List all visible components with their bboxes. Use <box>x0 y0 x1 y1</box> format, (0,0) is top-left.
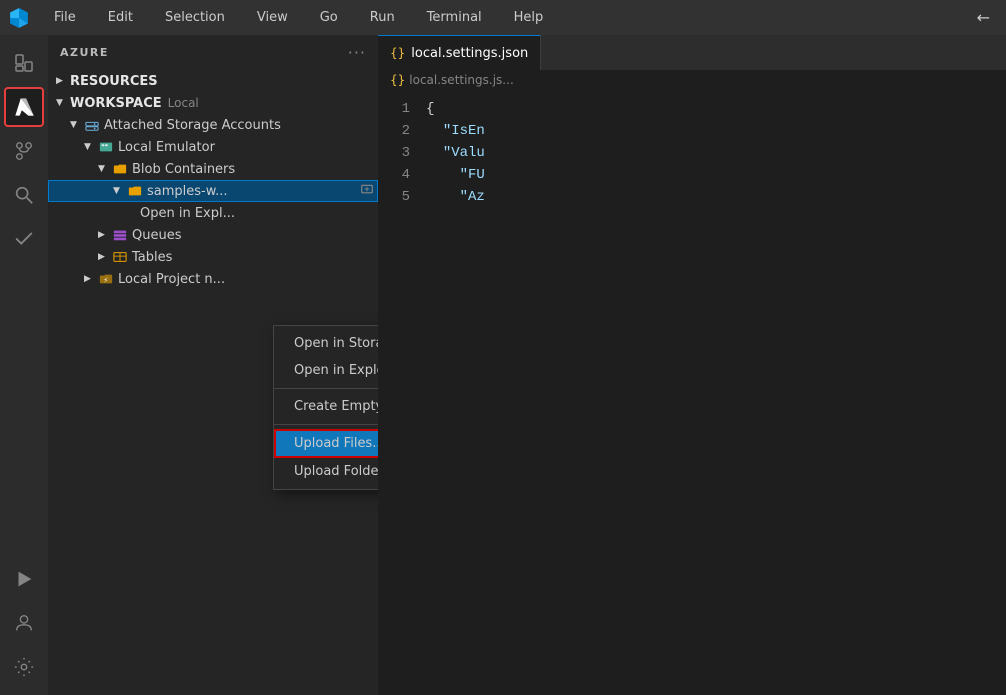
extensions-icon[interactable] <box>4 219 44 259</box>
collapse-arrow-icon: ▶ <box>98 230 112 240</box>
context-menu-create-empty-blob[interactable]: Create Empty Blob... <box>274 393 378 420</box>
queues-label: Queues <box>132 228 181 243</box>
tab-bar: {} local.settings.json <box>378 35 1006 70</box>
tab-local-settings[interactable]: {} local.settings.json <box>378 35 541 70</box>
line-num-5: 5 <box>378 186 410 208</box>
folder-icon <box>112 161 128 177</box>
code-line-4: "FU <box>426 164 1006 186</box>
code-editor[interactable]: 1 2 3 4 5 { "IsEn "Valu "FU "Az <box>378 90 1006 695</box>
attached-storage-label: Attached Storage Accounts <box>104 118 281 133</box>
context-menu-open-storage-explorer[interactable]: Open in Storage Explorer <box>274 330 378 357</box>
tab-label: local.settings.json <box>411 46 528 61</box>
local-project-label: Local Project n... <box>118 272 225 287</box>
json-breadcrumb-icon: {} <box>390 73 405 87</box>
menu-help[interactable]: Help <box>506 6 552 29</box>
sidebar-item-workspace[interactable]: ▼ WORKSPACE Local <box>48 92 378 114</box>
back-button[interactable]: ← <box>969 4 998 31</box>
tables-icon <box>112 249 128 265</box>
context-menu-upload-files[interactable]: Upload Files... <box>274 429 378 458</box>
expand-arrow-icon: ▼ <box>98 164 112 174</box>
workspace-label: WORKSPACE <box>70 96 162 111</box>
sidebar-title: AZURE <box>60 46 109 59</box>
menu-selection[interactable]: Selection <box>157 6 233 29</box>
accounts-icon[interactable] <box>4 603 44 643</box>
context-menu-open-in-explorer[interactable]: Open in Explorer... <box>274 357 378 384</box>
source-control-icon[interactable] <box>4 131 44 171</box>
code-line-1: { <box>426 98 1006 120</box>
collapse-arrow-icon: ▶ <box>84 274 98 284</box>
breadcrumb-text: local.settings.js... <box>409 73 513 87</box>
sidebar-more-button[interactable]: ··· <box>348 43 366 62</box>
context-menu-upload-folder[interactable]: Upload Folder... <box>274 458 378 485</box>
json-file-icon: {} <box>390 46 405 60</box>
sidebar-header: AZURE ··· <box>48 35 378 70</box>
open-in-explorer-label: Open in Expl... <box>140 206 235 221</box>
sidebar-item-attached-storage[interactable]: ▼ Attached Storage Accounts <box>48 114 378 136</box>
sidebar: AZURE ··· ▶ RESOURCES ▼ WORKSPACE Local … <box>48 35 378 695</box>
expand-arrow-icon: ▼ <box>113 186 127 196</box>
activity-bar <box>0 35 48 695</box>
title-bar: File Edit Selection View Go Run Terminal… <box>0 0 1006 35</box>
sidebar-item-local-project[interactable]: ▶ ⚡ Local Project n... <box>48 268 378 290</box>
queues-icon <box>112 227 128 243</box>
code-line-2: "IsEn <box>426 120 1006 142</box>
storage-icon <box>84 117 100 133</box>
menu-go[interactable]: Go <box>312 6 346 29</box>
line-num-2: 2 <box>378 120 410 142</box>
workspace-subtitle: Local <box>168 96 199 110</box>
vscode-logo-icon <box>8 7 30 29</box>
blob-containers-label: Blob Containers <box>132 162 235 177</box>
sidebar-item-resources[interactable]: ▶ RESOURCES <box>48 70 378 92</box>
menu-file[interactable]: File <box>46 6 84 29</box>
sidebar-item-open-in-explorer[interactable]: ▶ Open in Expl... <box>48 202 378 224</box>
sidebar-item-local-emulator[interactable]: ▼ Local Emulator <box>48 136 378 158</box>
editor-area: {} local.settings.json {} local.settings… <box>378 35 1006 695</box>
azure-icon[interactable] <box>4 87 44 127</box>
samples-label: samples-w... <box>147 184 228 199</box>
line-num-3: 3 <box>378 142 410 164</box>
line-numbers: 1 2 3 4 5 <box>378 90 418 695</box>
sidebar-item-queues[interactable]: ▶ Queues <box>48 224 378 246</box>
folder-action-icon[interactable] <box>361 183 373 199</box>
line-num-1: 1 <box>378 98 410 120</box>
sidebar-item-tables[interactable]: ▶ Tables <box>48 246 378 268</box>
main-layout: AZURE ··· ▶ RESOURCES ▼ WORKSPACE Local … <box>0 35 1006 695</box>
menu-run[interactable]: Run <box>362 6 403 29</box>
search-icon[interactable] <box>4 175 44 215</box>
explorer-icon[interactable] <box>4 43 44 83</box>
menu-view[interactable]: View <box>249 6 296 29</box>
expand-arrow-icon: ▼ <box>56 98 70 108</box>
menu-terminal[interactable]: Terminal <box>419 6 490 29</box>
svg-text:⚡: ⚡ <box>103 277 108 285</box>
context-menu-separator-2 <box>274 424 378 425</box>
title-bar-controls: ← <box>969 4 998 31</box>
sidebar-item-samples[interactable]: ▼ samples-w... <box>48 180 378 202</box>
run-icon[interactable] <box>4 559 44 599</box>
expand-arrow-icon: ▼ <box>84 142 98 152</box>
line-num-4: 4 <box>378 164 410 186</box>
collapse-arrow-icon: ▶ <box>56 76 70 86</box>
expand-arrow-icon: ▼ <box>70 120 84 130</box>
context-menu: Open in Storage Explorer Open in Explore… <box>273 325 378 490</box>
resources-label: RESOURCES <box>70 74 158 89</box>
code-line-3: "Valu <box>426 142 1006 164</box>
context-menu-separator-1 <box>274 388 378 389</box>
settings-icon[interactable] <box>4 647 44 687</box>
folder-open-icon <box>127 183 143 199</box>
local-emulator-label: Local Emulator <box>118 140 215 155</box>
menu-edit[interactable]: Edit <box>100 6 141 29</box>
collapse-arrow-icon: ▶ <box>98 252 112 262</box>
local-project-icon: ⚡ <box>98 271 114 287</box>
sidebar-item-blob-containers[interactable]: ▼ Blob Containers <box>48 158 378 180</box>
breadcrumb: {} local.settings.js... <box>378 70 1006 90</box>
emulator-icon <box>98 139 114 155</box>
code-content[interactable]: { "IsEn "Valu "FU "Az <box>418 90 1006 695</box>
code-line-5: "Az <box>426 186 1006 208</box>
tables-label: Tables <box>132 250 172 265</box>
